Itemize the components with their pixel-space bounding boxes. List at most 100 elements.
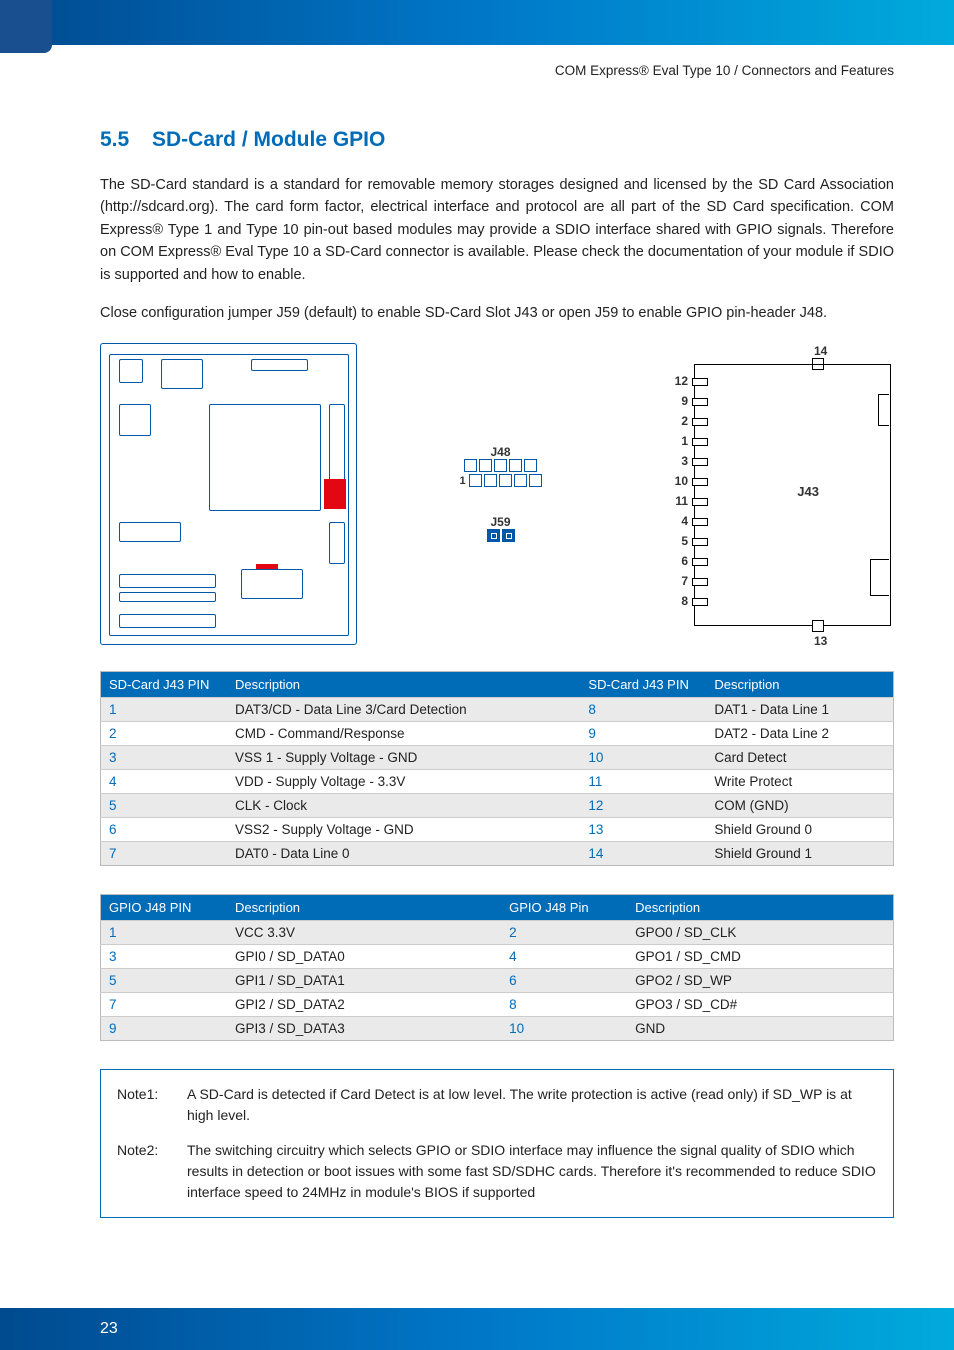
desc-cell: GPO1 / SD_CMD (627, 944, 893, 968)
desc-cell: VCC 3.3V (227, 920, 501, 944)
desc-cell: DAT3/CD - Data Line 3/Card Detection (227, 697, 580, 721)
desc-cell: DAT2 - Data Line 2 (706, 721, 893, 745)
desc-cell: GPO0 / SD_CLK (627, 920, 893, 944)
table-header: GPIO J48 Pin (501, 894, 627, 920)
pin-cell: 5 (101, 968, 228, 992)
table-row: 3GPI0 / SD_DATA04GPO1 / SD_CMD (101, 944, 894, 968)
j48-block: J48 1 (459, 445, 541, 487)
paragraph-2: Close configuration jumper J59 (default)… (100, 302, 894, 324)
desc-cell: GPI3 / SD_DATA3 (227, 1016, 501, 1040)
j43-pin-label: 11 (658, 494, 688, 508)
section-heading: 5.5SD-Card / Module GPIO (100, 128, 894, 152)
table-row: 5GPI1 / SD_DATA16GPO2 / SD_WP (101, 968, 894, 992)
table-row: 9GPI3 / SD_DATA310GND (101, 1016, 894, 1040)
desc-cell: GPI2 / SD_DATA2 (227, 992, 501, 1016)
table-row: 7GPI2 / SD_DATA28GPO3 / SD_CD# (101, 992, 894, 1016)
table-row: 5CLK - Clock12COM (GND) (101, 793, 894, 817)
note-row: Note2:The switching circuitry which sele… (117, 1140, 877, 1203)
table-row: 1DAT3/CD - Data Line 3/Card Detection8DA… (101, 697, 894, 721)
j43-pin-label: 7 (658, 574, 688, 588)
pin-cell: 8 (580, 697, 706, 721)
desc-cell: Shield Ground 1 (706, 841, 893, 865)
table-row: 2CMD - Command/Response9DAT2 - Data Line… (101, 721, 894, 745)
table-j48: GPIO J48 PINDescriptionGPIO J48 PinDescr… (100, 894, 894, 1041)
header-sidebar-block (0, 0, 52, 45)
note-label: Note1: (117, 1084, 187, 1126)
header-band (0, 0, 954, 45)
j43-pin-label: 2 (658, 414, 688, 428)
desc-cell: GPO3 / SD_CD# (627, 992, 893, 1016)
pin-cell: 6 (101, 817, 228, 841)
table-row: 3VSS 1 - Supply Voltage - GND10Card Dete… (101, 745, 894, 769)
table-header: Description (227, 894, 501, 920)
pin-cell: 11 (580, 769, 706, 793)
desc-cell: VSS 1 - Supply Voltage - GND (227, 745, 580, 769)
j43-pin-label: 4 (658, 514, 688, 528)
figures-row: J48 1 J59 14 J43 129213101145678 13 (100, 343, 894, 645)
desc-cell: DAT0 - Data Line 0 (227, 841, 580, 865)
table-row: 1VCC 3.3V2GPO0 / SD_CLK (101, 920, 894, 944)
header-curve (0, 45, 954, 53)
note-text: A SD-Card is detected if Card Detect is … (187, 1084, 877, 1126)
j43-pin-label: 3 (658, 454, 688, 468)
j43-pin14-label: 14 (814, 344, 827, 358)
pin-cell: 13 (580, 817, 706, 841)
table-row: 4VDD - Supply Voltage - 3.3V11Write Prot… (101, 769, 894, 793)
pin-cell: 2 (501, 920, 627, 944)
pin1-label: 1 (459, 475, 465, 487)
pin-cell: 9 (580, 721, 706, 745)
j43-pin-label: 1 (658, 434, 688, 448)
notes-box: Note1:A SD-Card is detected if Card Dete… (100, 1069, 894, 1218)
section-number: 5.5 (100, 128, 152, 152)
j59-jumper (487, 529, 515, 542)
page-number: 23 (100, 1320, 118, 1338)
middle-diagrams: J48 1 J59 (411, 445, 591, 542)
pin-cell: 9 (101, 1016, 228, 1040)
note-text: The switching circuitry which selects GP… (187, 1140, 877, 1203)
pin-cell: 4 (501, 944, 627, 968)
j43-pin-label: 10 (658, 474, 688, 488)
pin-cell: 1 (101, 920, 228, 944)
pin-cell: 14 (580, 841, 706, 865)
desc-cell: CMD - Command/Response (227, 721, 580, 745)
pin-cell: 2 (101, 721, 228, 745)
desc-cell: DAT1 - Data Line 1 (706, 697, 893, 721)
pin-cell: 5 (101, 793, 228, 817)
desc-cell: GPI0 / SD_DATA0 (227, 944, 501, 968)
j48-header: 1 (459, 459, 541, 487)
table-header: SD-Card J43 PIN (101, 671, 228, 697)
content-area: 5.5SD-Card / Module GPIO The SD-Card sta… (0, 78, 954, 1258)
j43-pin-label: 5 (658, 534, 688, 548)
desc-cell: COM (GND) (706, 793, 893, 817)
j43-pin13-label: 13 (814, 634, 827, 648)
desc-cell: GND (627, 1016, 893, 1040)
desc-cell: VSS2 - Supply Voltage - GND (227, 817, 580, 841)
table-header: GPIO J48 PIN (101, 894, 228, 920)
note-row: Note1:A SD-Card is detected if Card Dete… (117, 1084, 877, 1126)
pin-cell: 3 (101, 745, 228, 769)
pin-cell: 1 (101, 697, 228, 721)
table-header: Description (706, 671, 893, 697)
j43-pin-label: 8 (658, 594, 688, 608)
pin-cell: 10 (501, 1016, 627, 1040)
j43-pin-label: 12 (658, 374, 688, 388)
pin-cell: 6 (501, 968, 627, 992)
red-highlight-main (324, 479, 346, 509)
j59-block: J59 (487, 515, 515, 542)
table-j43: SD-Card J43 PINDescriptionSD-Card J43 PI… (100, 671, 894, 866)
pin-cell: 8 (501, 992, 627, 1016)
desc-cell: Write Protect (706, 769, 893, 793)
note-label: Note2: (117, 1140, 187, 1203)
desc-cell: Shield Ground 0 (706, 817, 893, 841)
table-header: Description (627, 894, 893, 920)
j43-label: J43 (797, 484, 819, 499)
table-header: SD-Card J43 PIN (580, 671, 706, 697)
table-header: Description (227, 671, 580, 697)
desc-cell: CLK - Clock (227, 793, 580, 817)
desc-cell: Card Detect (706, 745, 893, 769)
pin-cell: 3 (101, 944, 228, 968)
footer: 23 (0, 1308, 954, 1350)
j43-pin-label: 6 (658, 554, 688, 568)
section-title: SD-Card / Module GPIO (152, 128, 385, 151)
j43-diagram: 14 J43 129213101145678 13 (644, 344, 894, 644)
